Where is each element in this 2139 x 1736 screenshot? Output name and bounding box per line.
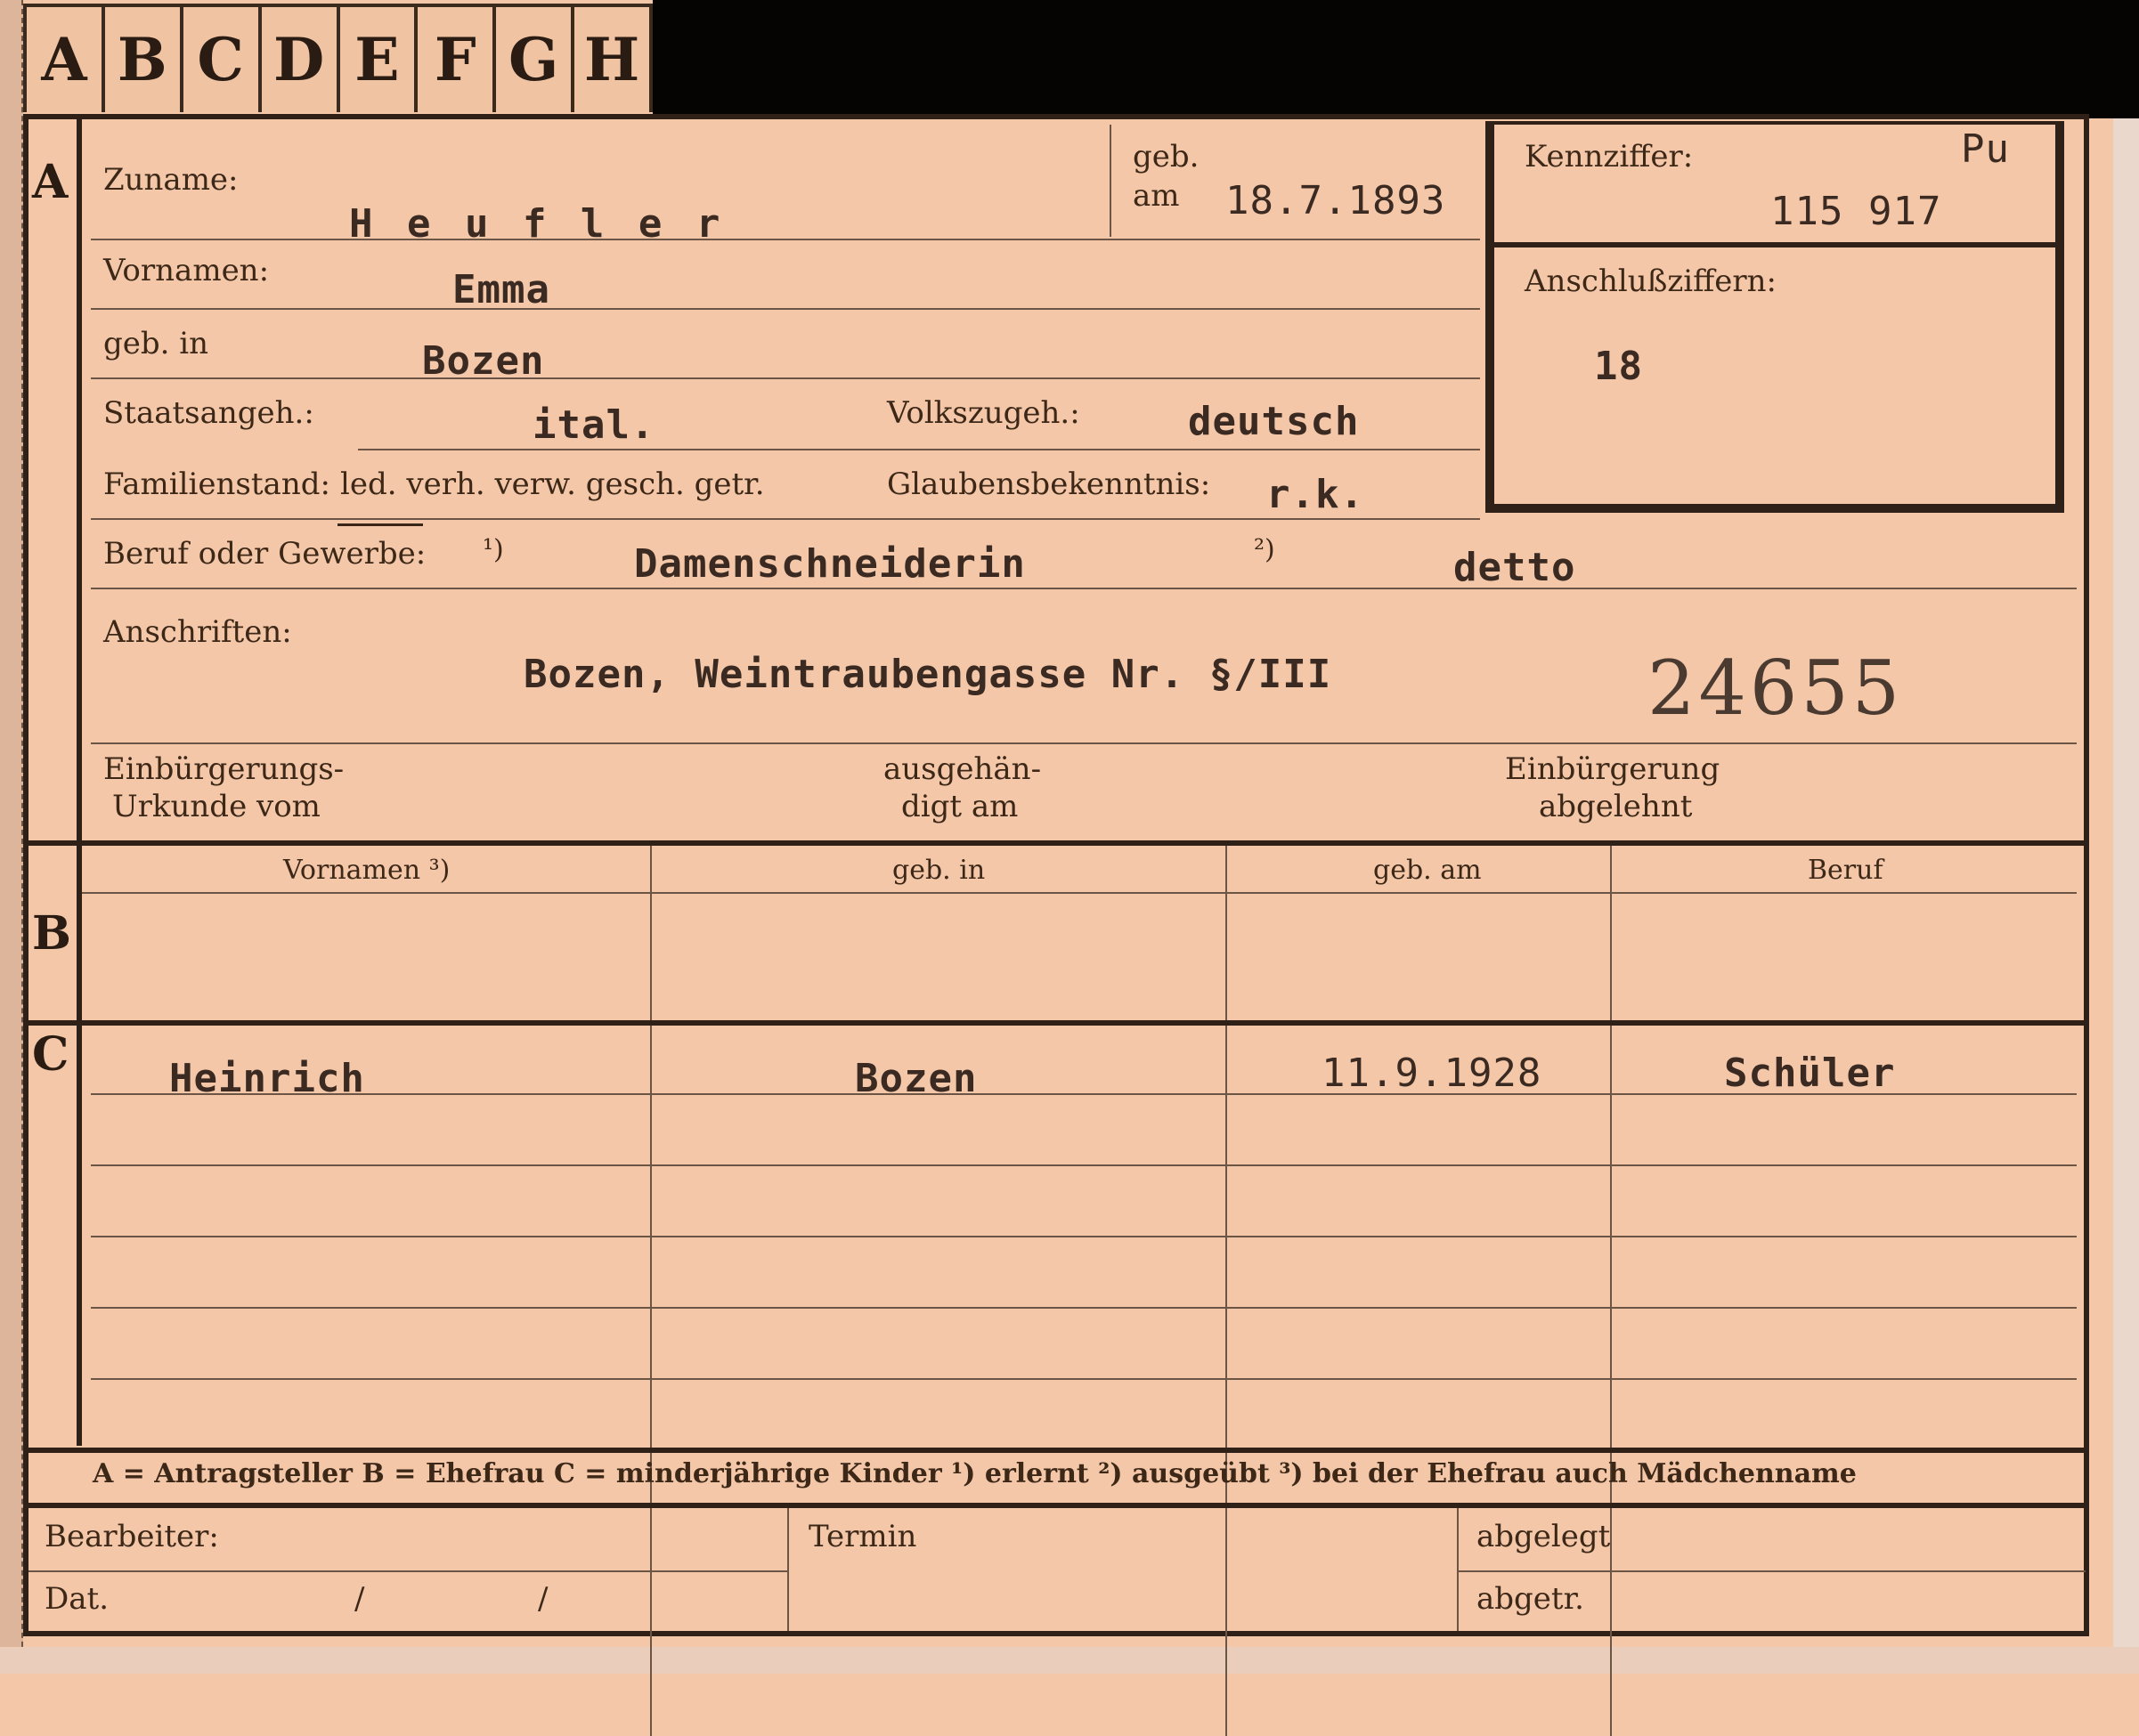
geb-am-value: 18.7.1893	[1225, 178, 1446, 223]
staatsangeh-label: Staatsangeh.:	[103, 395, 314, 431]
section-c-top-rule	[28, 1020, 2086, 1026]
section-column-rule	[77, 119, 82, 1446]
row-line	[91, 1307, 2077, 1309]
child-1-beruf: Schüler	[1724, 1051, 1896, 1096]
beruf-ausgeuebt-value: detto	[1453, 545, 1576, 590]
beruf-label: Beruf oder Gewerbe:	[103, 536, 427, 572]
row-line	[91, 588, 2077, 589]
kennziffer-code: Pu	[1961, 126, 2010, 172]
child-1-geb-in: Bozen	[855, 1056, 978, 1101]
section-label-b: B	[32, 906, 71, 961]
staatsangeh-value: ital.	[533, 402, 655, 448]
row-line	[91, 1236, 2077, 1237]
glaubensbekenntnis-value: r.k.	[1266, 472, 1364, 517]
kennziffer-label: Kennziffer:	[1525, 139, 1694, 174]
familienstand-label: Familienstand:	[103, 466, 330, 502]
section-label-a: A	[32, 155, 69, 209]
beruf-erlernt-value: Damenschneiderin	[634, 541, 1026, 587]
legend-bottom-rule	[28, 1503, 2086, 1508]
section-b-header-line	[82, 892, 2077, 894]
am-label: am	[1133, 178, 1180, 214]
familienstand-mark	[338, 523, 423, 526]
geb-in-label: geb. in	[103, 326, 209, 361]
anschlussziffern-value: 18	[1594, 344, 1643, 389]
anschlussziffern-label: Anschlußziffern:	[1525, 264, 1777, 299]
vornamen-value: Emma	[452, 267, 550, 312]
anschriften-label: Anschriften:	[103, 614, 292, 650]
index-tab-d: D	[262, 7, 340, 112]
legend-text: A = Antragsteller B = Ehefrau C = minder…	[93, 1458, 1857, 1489]
glaubensbekenntnis-label: Glaubensbekenntnis:	[887, 466, 1211, 502]
row-line	[91, 742, 2077, 744]
einbuergerungs-label-line1: Einbürgerungs-	[103, 751, 345, 787]
index-tab-c: C	[183, 7, 262, 112]
scan-background-bottom	[0, 1647, 2139, 1674]
row-line	[358, 449, 1480, 450]
zuname-label: Zuname:	[103, 162, 239, 198]
ausgehaen-label-line1: ausgehän-	[883, 751, 1042, 787]
legend-top-rule	[28, 1448, 2086, 1453]
geb-am-divider	[1110, 125, 1111, 237]
child-1-vornamen: Heinrich	[169, 1056, 365, 1101]
index-tab-a: A	[27, 7, 105, 112]
anschrift-value: Bozen, Weintraubengasse Nr. §/III	[524, 652, 1332, 697]
footer-divider-2	[1457, 1508, 1459, 1631]
alphabet-index-tabs: A B C D E F G H	[23, 4, 653, 112]
index-tab-f: F	[418, 7, 497, 112]
col-header-beruf: Beruf	[1808, 855, 1883, 886]
dat-separator-2: /	[538, 1581, 549, 1617]
volkszugeh-label: Volkszugeh.:	[887, 395, 1080, 431]
section-label-c: C	[32, 1027, 69, 1082]
footer-row-line	[28, 1570, 787, 1572]
child-1-geb-am: 11.9.1928	[1322, 1051, 1542, 1096]
familienstand-options: led. verh. verw. gesch. getr.	[340, 466, 765, 502]
scan-background-right	[2113, 118, 2139, 1674]
footer-divider-1	[787, 1508, 789, 1631]
vornamen-label: Vornamen:	[103, 253, 270, 288]
column-divider-3	[1610, 846, 1612, 1736]
column-divider-2	[1225, 846, 1227, 1736]
index-tab-b: B	[105, 7, 183, 112]
volkszugeh-value: deutsch	[1188, 399, 1360, 444]
section-b-top-rule	[28, 840, 2086, 846]
abgetr-label: abgetr.	[1476, 1581, 1584, 1617]
col-header-geb-in: geb. in	[892, 855, 986, 886]
index-tab-g: G	[496, 7, 575, 112]
einbuergerungs-label-line2: Urkunde vom	[112, 789, 321, 824]
geb-in-value: Bozen	[422, 338, 545, 384]
kennziffer-box	[1485, 121, 2064, 513]
col-header-geb-am: geb. am	[1373, 855, 1482, 886]
scan-background-top	[653, 0, 2139, 118]
dat-label: Dat.	[45, 1581, 110, 1617]
termin-label: Termin	[809, 1519, 917, 1554]
footer-row-line	[1457, 1570, 2086, 1572]
column-divider-1	[650, 846, 652, 1736]
row-line	[91, 308, 1480, 310]
index-tab-e: E	[340, 7, 419, 112]
kennziffer-divider	[1489, 242, 2063, 247]
abgelegt-label: abgelegt	[1476, 1519, 1611, 1554]
card-binding-edge	[0, 0, 23, 1674]
row-line	[91, 377, 1480, 379]
col-header-vornamen: Vornamen ³)	[283, 855, 451, 886]
ausgehaen-label-line2: digt am	[901, 789, 1019, 824]
index-tab-h: H	[583, 25, 640, 94]
row-line	[91, 1378, 2077, 1380]
einbuergerung-label-line1: Einbürgerung	[1505, 751, 1720, 787]
registration-card: A B C Zuname: H e u f l e r geb. am 18.7…	[23, 114, 2089, 1736]
row-line	[91, 518, 1480, 520]
row-line	[91, 1164, 2077, 1166]
row-line	[91, 239, 1480, 240]
stamp-number: 24655	[1647, 645, 1904, 732]
bearbeiter-label: Bearbeiter:	[45, 1519, 219, 1554]
kennziffer-value: 115 917	[1770, 189, 1942, 234]
footnote-1-marker: ¹)	[483, 534, 504, 565]
zuname-value: H e u f l e r	[349, 201, 726, 247]
geb-label: geb.	[1133, 139, 1200, 174]
einbuergerung-label-line2: abgelehnt	[1539, 789, 1693, 824]
footnote-2-marker: ²)	[1254, 534, 1275, 565]
dat-separator-1: /	[354, 1581, 365, 1617]
